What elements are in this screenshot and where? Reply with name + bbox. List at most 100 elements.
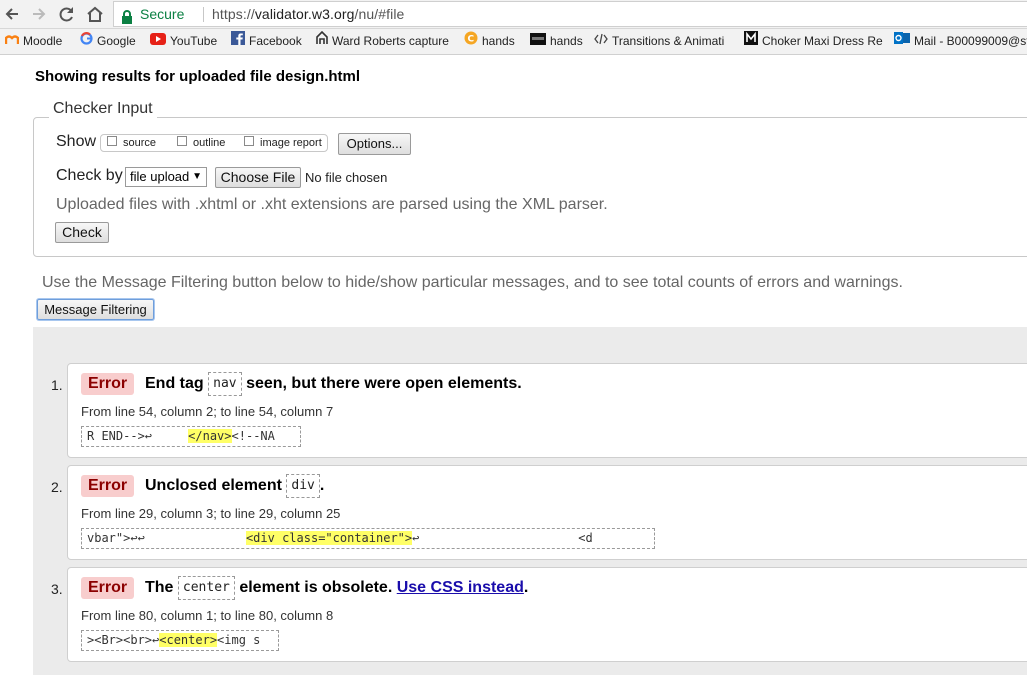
show-label: Show xyxy=(56,133,97,150)
source-extract: ><Br><br>↩<center><img s xyxy=(81,630,279,651)
message-number: 3. xyxy=(51,581,63,597)
bookmark-label: Google xyxy=(97,34,136,48)
check-by-select[interactable]: file upload ▼ xyxy=(125,167,207,187)
message-code: nav xyxy=(208,372,242,396)
error-badge: Error xyxy=(81,475,134,497)
message-filtering-note: Use the Message Filtering button below t… xyxy=(42,274,903,291)
bookmark-label: hands xyxy=(550,34,583,48)
bookmark-youtube[interactable]: YouTube xyxy=(150,29,217,54)
bookmark-label: Moodle xyxy=(23,34,63,48)
error-badge: Error xyxy=(81,373,134,395)
message-text-end: . xyxy=(523,579,529,597)
options-button[interactable]: Options... xyxy=(338,133,411,155)
bookmark-label: Choker Maxi Dress Re xyxy=(762,34,883,48)
reload-icon[interactable] xyxy=(57,4,77,24)
extract-highlight: </nav> xyxy=(188,429,232,443)
choose-file-button[interactable]: Choose File xyxy=(215,167,301,188)
bookmark-facebook[interactable]: Facebook xyxy=(231,29,302,54)
back-icon[interactable] xyxy=(2,4,22,24)
google-icon xyxy=(80,29,93,54)
no-file-chosen-text: No file chosen xyxy=(305,170,388,185)
message-filtering-button[interactable]: Message Filtering xyxy=(37,299,154,320)
check-by-label: Check by xyxy=(56,167,123,184)
message-location: From line 54, column 2; to line 54, colu… xyxy=(81,404,334,419)
bookmark-label: YouTube xyxy=(170,34,218,48)
message-location: From line 29, column 3; to line 29, colu… xyxy=(81,506,341,521)
url-text: https://validator.w3.org/nu/#file xyxy=(212,2,404,26)
message-text-before: End tag xyxy=(145,375,204,393)
image-report-checkbox-label[interactable]: image report xyxy=(260,137,322,149)
page-title: Showing results for uploaded file design… xyxy=(35,68,361,85)
image-report-checkbox[interactable] xyxy=(244,136,254,146)
browser-toolbar: Secure https://validator.w3.org/nu/#file xyxy=(0,0,1027,29)
bookmark-label: hands xyxy=(482,34,515,48)
code-icon xyxy=(594,29,608,54)
message-number: 2. xyxy=(51,479,63,495)
url-scheme: https:// xyxy=(212,6,255,22)
message-text-before: The xyxy=(145,579,174,597)
checker-input-legend: Checker Input xyxy=(49,100,157,118)
extract-highlight: <center> xyxy=(159,633,218,647)
forward-icon[interactable] xyxy=(29,4,49,24)
error-badge: Error xyxy=(81,577,134,599)
extract-before: R END-->↩ xyxy=(87,429,189,443)
extract-highlight: <div class="container"> xyxy=(245,531,413,545)
check-by-value: file upload xyxy=(130,169,190,184)
xml-parser-note: Uploaded files with .xhtml or .xht exten… xyxy=(56,196,608,213)
svg-text:C: C xyxy=(468,35,475,45)
use-css-link[interactable]: Use CSS instead xyxy=(397,579,524,596)
extract-after: ↩ <d xyxy=(412,531,593,545)
message-number: 1. xyxy=(51,377,63,393)
url-divider xyxy=(203,7,204,22)
message-text-before: Unclosed element xyxy=(145,477,282,495)
extract-after: <img s xyxy=(217,633,261,647)
bookmark-moodle[interactable]: Moodle xyxy=(4,29,63,54)
m-site-icon xyxy=(744,29,758,54)
outline-checkbox-label[interactable]: outline xyxy=(193,137,225,149)
message-text: End tag nav seen, but there were open el… xyxy=(145,372,522,396)
message-text-after: seen, but there were open elements. xyxy=(246,375,522,393)
message-text: The center element is obsolete. Use CSS … xyxy=(145,576,528,600)
bookmark-hands-1[interactable]: Chands xyxy=(464,29,515,54)
source-extract: vbar">↩↩ <div class="container">↩ <d xyxy=(81,528,655,549)
url-path: /nu/#file xyxy=(354,6,405,22)
source-extract: R END-->↩ </nav><!--NA xyxy=(81,426,301,447)
youtube-icon xyxy=(150,29,166,54)
hands-icon: C xyxy=(464,29,478,54)
outlook-icon xyxy=(894,29,910,54)
bookmark-label: Facebook xyxy=(249,34,302,48)
source-checkbox-label[interactable]: source xyxy=(123,137,156,149)
bookmark-label: Transitions & Animati xyxy=(612,34,725,48)
bookmark-choker-dress[interactable]: Choker Maxi Dress Re xyxy=(744,29,883,54)
bookmark-label: Mail - B00099009@st xyxy=(914,34,1027,48)
bookmark-transitions[interactable]: Transitions & Animati xyxy=(594,29,724,54)
extract-before: vbar">↩↩ xyxy=(87,531,246,545)
message-location: From line 80, column 1; to line 80, colu… xyxy=(81,608,334,623)
image-site-icon xyxy=(530,29,546,54)
lock-icon xyxy=(121,7,133,31)
home-icon[interactable] xyxy=(85,4,105,24)
bookmarks-bar: Moodle Google YouTube Facebook Ward Robe… xyxy=(0,29,1027,55)
message-text: Unclosed element div. xyxy=(145,474,324,498)
message-text-after: element is obsolete. xyxy=(239,579,393,597)
source-checkbox[interactable] xyxy=(107,136,117,146)
secure-label: Secure xyxy=(140,6,185,22)
bookmark-hands-2[interactable]: hands xyxy=(530,29,583,54)
address-bar[interactable]: Secure https://validator.w3.org/nu/#file xyxy=(113,1,1027,27)
bookmark-google[interactable]: Google xyxy=(80,29,136,54)
bookmark-mail[interactable]: Mail - B00099009@st xyxy=(894,29,1027,54)
message-code: center xyxy=(177,576,235,600)
extract-before: ><Br><br>↩ xyxy=(87,633,160,647)
bookmark-ward-roberts[interactable]: Ward Roberts capture xyxy=(316,29,449,54)
check-button[interactable]: Check xyxy=(55,222,109,243)
extract-after: <!--NA xyxy=(231,429,275,443)
bookmark-site-icon xyxy=(316,29,328,54)
bookmark-label: Ward Roberts capture xyxy=(332,34,449,48)
url-host: validator.w3.org xyxy=(254,6,355,22)
facebook-icon xyxy=(231,29,245,54)
message-text-after: . xyxy=(319,477,325,495)
message-code: div xyxy=(286,474,320,498)
outline-checkbox[interactable] xyxy=(177,136,187,146)
moodle-icon xyxy=(4,29,20,54)
dropdown-arrow-icon: ▼ xyxy=(192,171,202,182)
